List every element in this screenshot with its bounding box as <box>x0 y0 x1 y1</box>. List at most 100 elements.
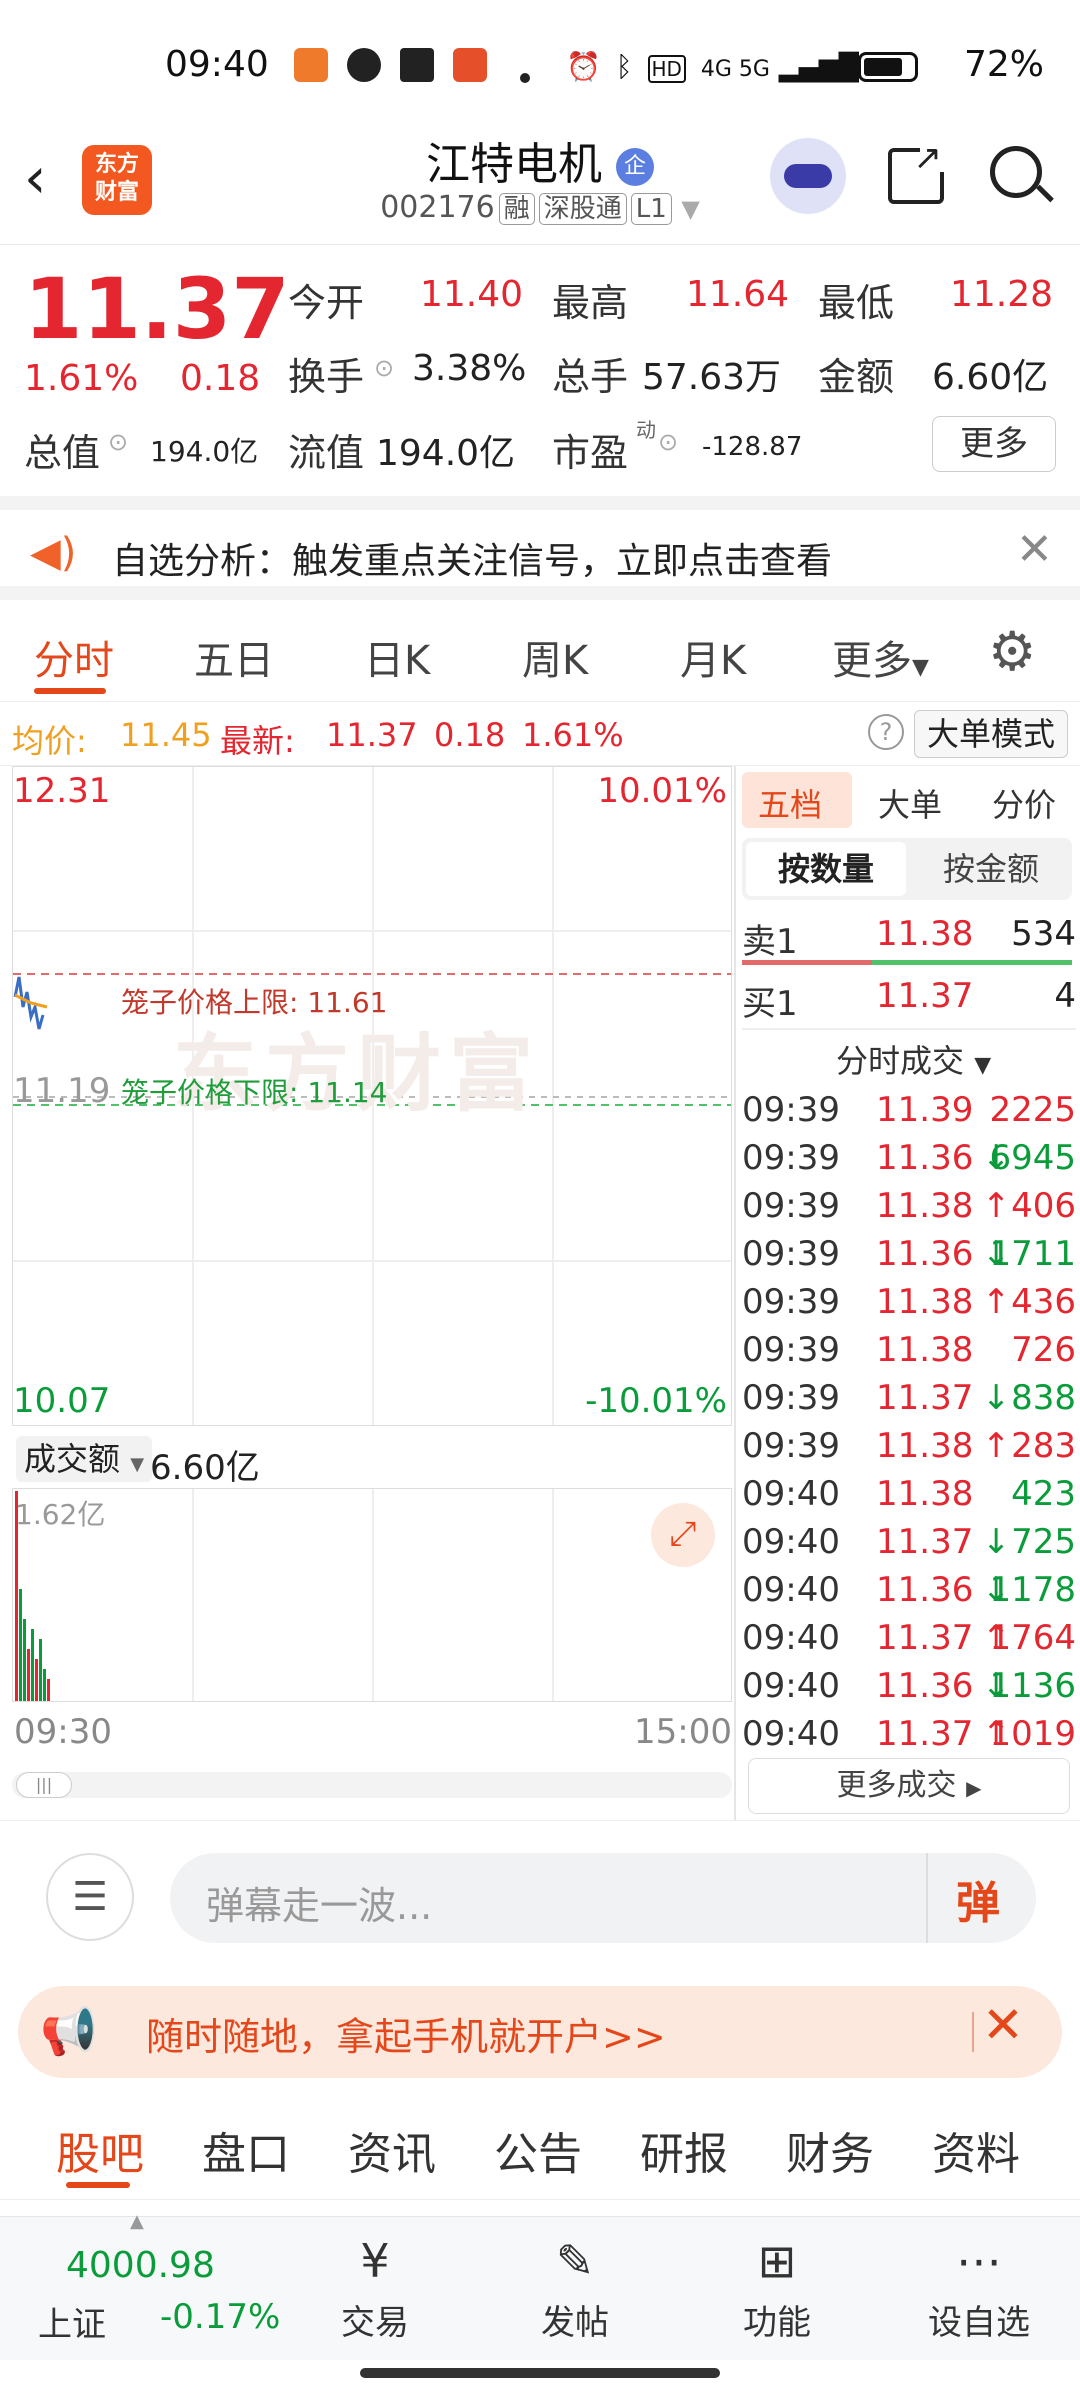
tab-news[interactable]: 资讯 <box>348 2118 436 2182</box>
tab-research[interactable]: 研报 <box>640 2118 728 2182</box>
index-change: -0.17% <box>160 2297 281 2337</box>
tab-guba[interactable]: 股吧 <box>56 2118 144 2182</box>
top-price-label: 12.31 <box>13 771 111 811</box>
pe-label: 市盈 <box>552 431 629 475</box>
tab-price-dist[interactable]: 分价 <box>992 780 1056 826</box>
pe-value: -128.87 <box>702 432 803 462</box>
more-ticks-button[interactable]: 更多成交 ▶ <box>748 1758 1070 1814</box>
float-value: 194.0亿 <box>376 433 516 474</box>
danmu-toggle-button[interactable]: 弹 <box>956 1867 1000 1931</box>
order-book-panel: 五档 大单 分价 按数量 按金额 卖1 11.38 534 买1 11.37 4… <box>736 766 1080 1816</box>
edit-icon: ✎ <box>555 2234 595 2288</box>
tag-szconnect: 深股通 <box>538 193 627 225</box>
last-label: 最新: <box>220 722 295 760</box>
current-price: 11.37 <box>24 260 290 358</box>
content-tabs: 股吧 盘口 资讯 公告 研报 财务 资料 <box>0 2096 1080 2200</box>
bottom-price-label: 10.07 <box>13 1381 111 1421</box>
last-change: 0.18 <box>434 716 506 754</box>
buy-ratio-bar <box>872 960 1072 965</box>
high-value: 11.64 <box>686 274 790 315</box>
index-ticker[interactable]: ▲ 4000.98 上证 -0.17% <box>0 2211 281 2361</box>
big-order-mode-button[interactable]: 大单模式 <box>914 710 1069 758</box>
app-icon <box>294 48 328 82</box>
settings-gear-icon[interactable]: ⚙ <box>988 620 1036 683</box>
volume-bar <box>47 1679 50 1701</box>
stock-code: 002176 <box>380 190 495 225</box>
danmu-settings-icon[interactable]: ☰ <box>46 1853 134 1941</box>
tab-weekly[interactable]: 周K <box>522 628 588 686</box>
tick-row: 09:39 11.38 ↑ 283 <box>742 1426 1076 1466</box>
volume-chart-svg <box>15 1489 554 1701</box>
close-icon[interactable]: ✕ <box>1016 524 1053 575</box>
share-icon[interactable]: ↗ <box>888 138 944 204</box>
volume-bar <box>43 1669 46 1701</box>
volume-bar <box>35 1659 38 1701</box>
change-percent: 1.61% <box>24 358 139 399</box>
quote-panel: 11.37 1.61% 0.18 今开 11.40 最高 11.64 最低 11… <box>0 246 1080 496</box>
open-value: 11.40 <box>420 274 524 315</box>
tab-finance[interactable]: 财务 <box>786 2118 874 2182</box>
nav-functions[interactable]: ⊞ 功能 <box>712 2227 842 2344</box>
battery-percent: 72% <box>963 44 1044 85</box>
avg-line <box>14 993 48 1009</box>
nav-trade[interactable]: ¥ 交易 <box>310 2227 440 2344</box>
promo-banner[interactable]: 📢 随时随地，拿起手机就开户>> ✕ <box>18 1986 1062 2078</box>
avg-value: 11.45 <box>120 716 212 754</box>
scroll-handle[interactable]: ||| <box>16 1772 72 1798</box>
info-icon[interactable]: ⊙ <box>658 428 678 456</box>
tab-big-orders[interactable]: 大单 <box>878 780 942 826</box>
ai-robot-icon[interactable] <box>770 138 846 214</box>
ticks-title[interactable]: 分时成交 ▼ <box>836 1036 991 1082</box>
nav-post[interactable]: ✎ 发帖 <box>510 2227 640 2344</box>
nav-add-watchlist[interactable]: ⋯ 设自选 <box>914 2227 1044 2344</box>
volume-header: 成交额 ▼ 6.60亿 <box>12 1430 732 1488</box>
info-icon[interactable]: ⊙ <box>108 428 128 456</box>
notice-bar[interactable]: ◀) 自选分析：触发重点关注信号，立即点击查看 ✕ <box>0 496 1080 600</box>
tab-intraday[interactable]: 分时 <box>34 628 114 686</box>
volume-bar <box>27 1649 30 1701</box>
bottom-nav: ▲ 4000.98 上证 -0.17% ¥ 交易 ✎ 发帖 ⊞ 功能 ⋯ 设自选 <box>0 2211 1080 2361</box>
intraday-chart[interactable]: 东方财富 12.31 10.01% 11.19 10.07 -10.01% 笼子… <box>12 766 732 1426</box>
tab-announcements[interactable]: 公告 <box>494 2118 582 2182</box>
tab-five-levels[interactable]: 五档 <box>758 780 822 826</box>
bluetooth-icon: ᛒ <box>615 50 633 83</box>
tab-more[interactable]: 更多▼ <box>832 628 929 686</box>
volume-bar <box>31 1629 34 1701</box>
bottom-pct-label: -10.01% <box>585 1381 727 1421</box>
tab-by-amount[interactable]: 按金额 <box>914 842 1068 896</box>
tab-underline <box>66 2182 130 2188</box>
tick-row: 09:40 11.37 ↑ 1019 <box>742 1714 1076 1754</box>
tab-monthly[interactable]: 月K <box>680 628 746 686</box>
tab-5day[interactable]: 五日 <box>194 628 274 686</box>
wechat-icon <box>347 48 382 82</box>
danmu-input[interactable]: 弹幕走一波... 弹 <box>170 1853 1036 1943</box>
dropdown-icon: ▼ <box>974 1053 992 1078</box>
high-label: 最高 <box>552 281 629 325</box>
tab-profile[interactable]: 资料 <box>932 2118 1020 2182</box>
tick-row: 09:40 11.36 ↓ 1178 <box>742 1570 1076 1610</box>
dropdown-icon: ▼ <box>130 1454 145 1475</box>
chart-scrollbar[interactable]: ||| <box>12 1772 732 1798</box>
info-icon[interactable]: ⊙ <box>374 354 394 382</box>
tab-pankou[interactable]: 盘口 <box>202 2118 290 2182</box>
close-icon[interactable]: ✕ <box>982 1996 1024 2054</box>
alarm-icon: ⏰ <box>566 50 601 83</box>
tab-daily[interactable]: 日K <box>364 628 430 686</box>
tab-by-quantity[interactable]: 按数量 <box>746 842 906 896</box>
tick-row: 09:39 11.36 ↓ 1711 <box>742 1234 1076 1274</box>
time-end-label: 15:00 <box>634 1712 732 1752</box>
more-dots-icon: ⋯ <box>956 2234 1002 2288</box>
open-label: 今开 <box>288 281 365 325</box>
volume-type-dropdown[interactable]: 成交额 ▼ <box>16 1436 153 1482</box>
volume-bar <box>39 1639 42 1701</box>
danmu-bar: ☰ 弹幕走一波... 弹 <box>0 1820 1080 1970</box>
home-indicator[interactable] <box>360 2368 720 2378</box>
trade-icon: ¥ <box>360 2234 390 2288</box>
speaker-icon: ◀) <box>30 530 77 576</box>
expand-icon[interactable]: ⤢ <box>651 1503 715 1567</box>
more-quote-button[interactable]: 更多 <box>932 416 1056 472</box>
search-icon[interactable] <box>990 146 1054 203</box>
volume-chart[interactable]: 1.62亿 ⤢ <box>12 1488 732 1702</box>
tag-level: L1 <box>630 193 672 225</box>
help-icon[interactable]: ? <box>868 714 904 750</box>
